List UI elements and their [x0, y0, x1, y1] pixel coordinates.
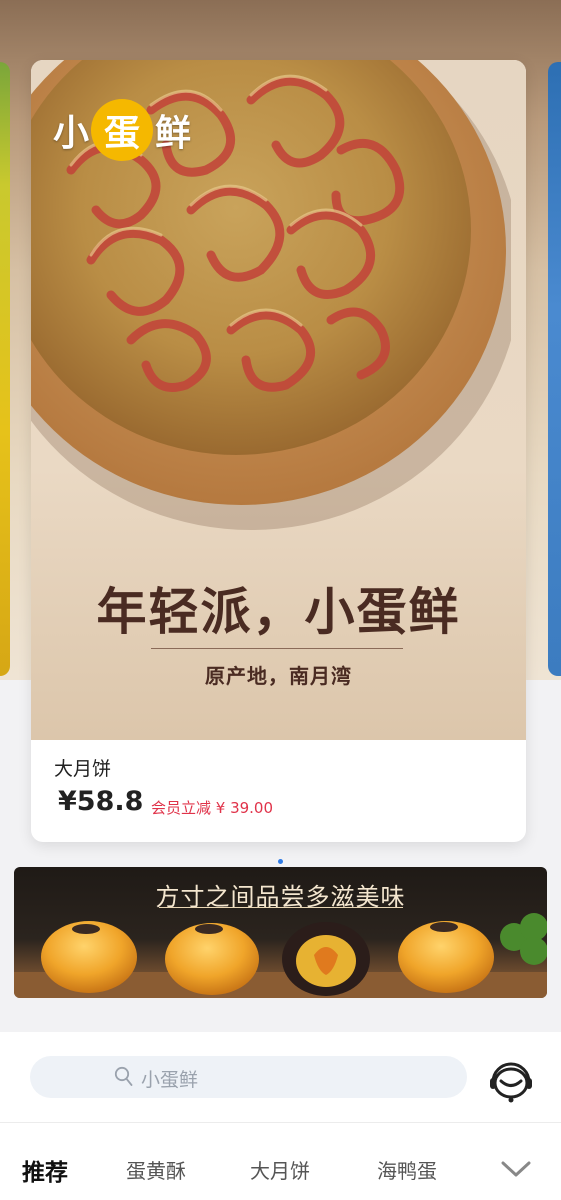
product-info: 大月饼 ¥58.8 会员立减 ¥ 39.00	[31, 740, 526, 842]
tab-recommend[interactable]: 推荐	[22, 1153, 68, 1187]
brand-logo: 小 蛋 鲜	[53, 99, 192, 161]
carousel-next-card[interactable]	[548, 62, 561, 676]
brand-logo-egg-badge: 蛋	[91, 99, 154, 161]
tab-egg-yolk-pastry[interactable]: 蛋黄酥	[126, 1155, 186, 1184]
category-tabs: 推荐 蛋黄酥 大月饼 海鸭蛋	[0, 1122, 561, 1200]
search-placeholder: 小蛋鲜	[141, 1069, 199, 1091]
member-discount: 会员立减 ¥ 39.00	[151, 799, 274, 817]
tab-big-mooncake[interactable]: 大月饼	[250, 1155, 310, 1184]
slogan-divider	[151, 648, 403, 649]
carousel-indicator	[278, 859, 283, 864]
app-page: 小 蛋 鲜 年轻派，小蛋鲜 原产地，南月湾 大月饼 ¥58.8 会员立减 ¥ 3…	[0, 0, 561, 1200]
product-name: 大月饼	[54, 758, 112, 780]
tab-sea-duck-egg[interactable]: 海鸭蛋	[377, 1155, 437, 1184]
chevron-down-icon[interactable]	[500, 1159, 532, 1179]
slogan: 年轻派，小蛋鲜	[96, 583, 461, 641]
brand-logo-char-left: 小	[53, 113, 90, 154]
customer-service-icon[interactable]	[487, 1056, 535, 1104]
pastries-image	[14, 913, 547, 998]
carousel-prev-card[interactable]	[0, 62, 10, 676]
search-icon	[114, 1066, 133, 1086]
product-image: 小 蛋 鲜 年轻派，小蛋鲜 原产地，南月湾	[31, 60, 526, 740]
product-price: ¥58.8	[58, 786, 144, 817]
product-card[interactable]: 小 蛋 鲜 年轻派，小蛋鲜 原产地，南月湾 大月饼 ¥58.8 会员立减 ¥ 3…	[31, 60, 526, 842]
sub-slogan: 原产地，南月湾	[205, 664, 352, 688]
brand-logo-char-right: 鲜	[155, 113, 192, 154]
search-input[interactable]: 小蛋鲜	[30, 1056, 467, 1098]
search-bar-area: 小蛋鲜	[0, 1032, 561, 1122]
promo-banner[interactable]: 方寸之间品尝多滋美味	[14, 867, 547, 998]
